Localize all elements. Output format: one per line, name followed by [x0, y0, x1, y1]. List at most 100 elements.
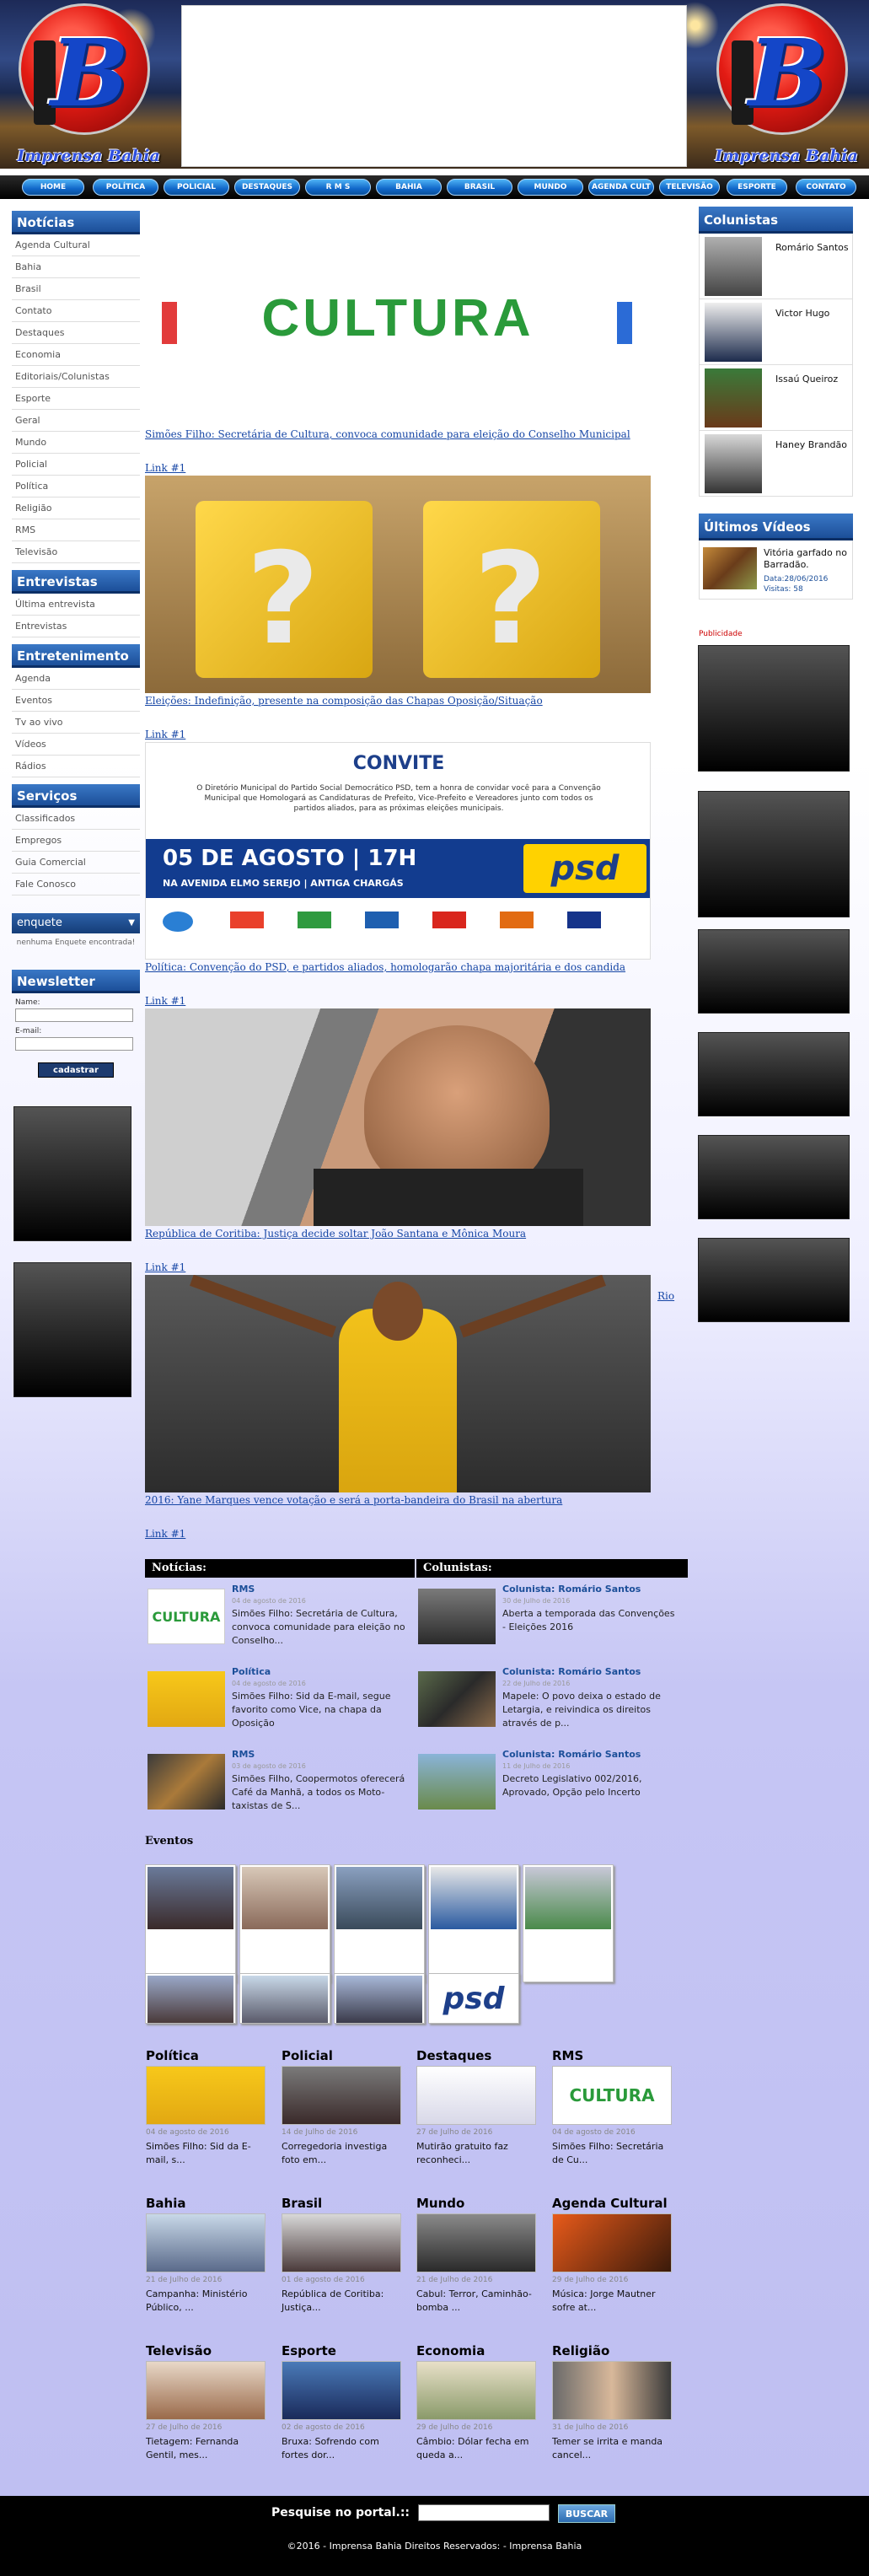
featured-image[interactable]: CONVITE O Diretório Municipal do Partido…	[145, 742, 651, 960]
featured-image[interactable]: ? ?	[145, 476, 651, 693]
evento-card[interactable]	[239, 1973, 330, 2024]
sidebar-item[interactable]: Religião	[12, 497, 140, 519]
nav-home[interactable]: HOME	[22, 179, 84, 196]
sidebar-item[interactable]: Fale Conosco	[12, 874, 140, 895]
enquete-select[interactable]: enquete ▼	[12, 913, 140, 933]
featured-more-link[interactable]: Link #1	[145, 729, 689, 740]
category-card[interactable]: Destaques 27 de Julho de 2016 Mutirão gr…	[416, 2048, 543, 2167]
evento-card[interactable]	[523, 1864, 614, 1982]
nav-mundo[interactable]: MUNDO	[518, 179, 583, 196]
name-field[interactable]	[15, 1008, 133, 1022]
nav-contato[interactable]: CONTATO	[796, 179, 856, 196]
sidebar-item[interactable]: Guia Comercial	[12, 852, 140, 874]
colunista-item[interactable]: Haney Brandão	[699, 431, 853, 497]
colunista-news-item[interactable]: Colunista: Romário Santos 30 de Julho de…	[418, 1584, 688, 1659]
category-card[interactable]: Economia 29 de Julho de 2016 Câmbio: Dól…	[416, 2343, 543, 2462]
evento-card[interactable]	[145, 1973, 236, 2024]
nav-bahia[interactable]: BAHIA	[376, 179, 442, 196]
search-button[interactable]: BUSCAR	[558, 2504, 615, 2523]
nav-rms[interactable]: R M S	[305, 179, 371, 196]
right-ad-banner[interactable]	[698, 791, 850, 917]
sidebar-item[interactable]: Tv ao vivo	[12, 712, 140, 734]
sidebar-item[interactable]: Esporte	[12, 388, 140, 410]
nav-agenda-cult[interactable]: AGENDA CULT	[588, 179, 654, 196]
sidebar-item[interactable]: Agenda Cultural	[12, 234, 140, 256]
sidebar-item[interactable]: Eventos	[12, 690, 140, 712]
featured-link[interactable]: 2016: Yane Marques vence votação e será …	[145, 1494, 689, 1506]
sidebar-item[interactable]: RMS	[12, 519, 140, 541]
category-card[interactable]: RMS CULTURA 04 de agosto de 2016 Simões …	[552, 2048, 679, 2167]
category-card[interactable]: Televisão 27 de Julho de 2016 Tietagem: …	[146, 2343, 272, 2462]
right-ad-banner[interactable]	[698, 1238, 850, 1322]
evento-card[interactable]: psd	[428, 1973, 519, 2024]
sidebar-item[interactable]: Bahia	[12, 256, 140, 278]
nav-brasil[interactable]: BRASIL	[447, 179, 512, 196]
sidebar-item[interactable]: Mundo	[12, 432, 140, 454]
sidebar-item[interactable]: Vídeos	[12, 734, 140, 756]
evento-card[interactable]	[428, 1864, 519, 1982]
news-item[interactable]: Política 04 de agosto de 2016 Simões Fil…	[148, 1666, 417, 1742]
category-card[interactable]: Agenda Cultural 29 de Julho de 2016 Músi…	[552, 2196, 679, 2315]
sidebar-item[interactable]: Economia	[12, 344, 140, 366]
featured-image[interactable]: CULTURA	[145, 209, 651, 427]
colunista-item[interactable]: Victor Hugo	[699, 299, 853, 365]
sidebar-item[interactable]: Televisão	[12, 541, 140, 563]
category-card[interactable]: Policial 14 de Julho de 2016 Corregedori…	[282, 2048, 408, 2167]
video-item[interactable]: Vitória garfado no Barradão. Data:28/06/…	[699, 540, 853, 600]
sidebar-item[interactable]: Rádios	[12, 756, 140, 777]
sidebar-item[interactable]: Geral	[12, 410, 140, 432]
featured-link[interactable]: Política: Convenção do PSD, e partidos a…	[145, 961, 689, 973]
category-card[interactable]: Religião 31 de Julho de 2016 Temer se ir…	[552, 2343, 679, 2462]
nav-esporte[interactable]: ESPORTE	[727, 179, 787, 196]
featured-image[interactable]	[145, 1008, 651, 1226]
nav-televisao[interactable]: TELEVISÃO	[659, 179, 720, 196]
right-ad-banner[interactable]	[698, 645, 850, 772]
sidebar-item[interactable]: Política	[12, 476, 140, 497]
sidebar-item[interactable]: Destaques	[12, 322, 140, 344]
nav-policial[interactable]: POLICIAL	[164, 179, 229, 196]
sidebar-item[interactable]: Classificados	[12, 808, 140, 830]
sidebar-item[interactable]: Editoriais/Colunistas	[12, 366, 140, 388]
left-ad-banner[interactable]	[13, 1106, 131, 1241]
logo-right[interactable]: B Imprensa Bahia	[698, 3, 866, 172]
category-card[interactable]: Política 04 de agosto de 2016 Simões Fil…	[146, 2048, 272, 2167]
logo-left[interactable]: B Imprensa Bahia	[0, 3, 169, 172]
nav-destaques[interactable]: DESTAQUES	[234, 179, 300, 196]
colunista-item[interactable]: Issaú Queiroz	[699, 365, 853, 431]
category-card[interactable]: Brasil 01 de agosto de 2016 República de…	[282, 2196, 408, 2315]
category-card[interactable]: Esporte 02 de agosto de 2016 Bruxa: Sofr…	[282, 2343, 408, 2462]
sidebar-item[interactable]: Agenda	[12, 668, 140, 690]
sidebar-item[interactable]: Policial	[12, 454, 140, 476]
left-ad-banner[interactable]	[13, 1262, 131, 1397]
news-item[interactable]: RMS 03 de agosto de 2016 Simões Filho, C…	[148, 1749, 417, 1825]
sidebar-item[interactable]: Brasil	[12, 278, 140, 300]
nav-politica[interactable]: POLÍTICA	[93, 179, 158, 196]
top-ad-banner[interactable]	[181, 5, 687, 167]
evento-card[interactable]	[239, 1864, 330, 1982]
rio-link[interactable]: Rio	[657, 1290, 674, 1302]
featured-more-link[interactable]: Link #1	[145, 1528, 689, 1540]
email-field[interactable]	[15, 1037, 133, 1051]
right-ad-banner[interactable]	[698, 929, 850, 1014]
search-input[interactable]	[418, 2504, 550, 2521]
evento-card[interactable]	[334, 1973, 425, 2024]
colunista-news-item[interactable]: Colunista: Romário Santos 22 de Julho de…	[418, 1666, 688, 1742]
featured-more-link[interactable]: Link #1	[145, 1261, 689, 1273]
sidebar-item[interactable]: Última entrevista	[12, 594, 140, 616]
featured-image[interactable]	[145, 1275, 651, 1492]
cadastrar-button[interactable]: cadastrar	[38, 1062, 114, 1078]
featured-more-link[interactable]: Link #1	[145, 995, 689, 1007]
sidebar-item[interactable]: Contato	[12, 300, 140, 322]
right-ad-banner[interactable]	[698, 1032, 850, 1116]
sidebar-item[interactable]: Empregos	[12, 830, 140, 852]
news-item[interactable]: CULTURA RMS 04 de agosto de 2016 Simões …	[148, 1584, 417, 1659]
featured-link[interactable]: República de Coritiba: Justiça decide so…	[145, 1228, 689, 1240]
colunista-news-item[interactable]: Colunista: Romário Santos 11 de Julho de…	[418, 1749, 688, 1825]
sidebar-item[interactable]: Entrevistas	[12, 616, 140, 637]
category-card[interactable]: Mundo 21 de Julho de 2016 Cabul: Terror,…	[416, 2196, 543, 2315]
colunista-item[interactable]: Romário Santos	[699, 234, 853, 299]
category-card[interactable]: Bahia 21 de Julho de 2016 Campanha: Mini…	[146, 2196, 272, 2315]
right-ad-banner[interactable]	[698, 1135, 850, 1219]
evento-card[interactable]	[334, 1864, 425, 1982]
featured-more-link[interactable]: Link #1	[145, 462, 689, 474]
